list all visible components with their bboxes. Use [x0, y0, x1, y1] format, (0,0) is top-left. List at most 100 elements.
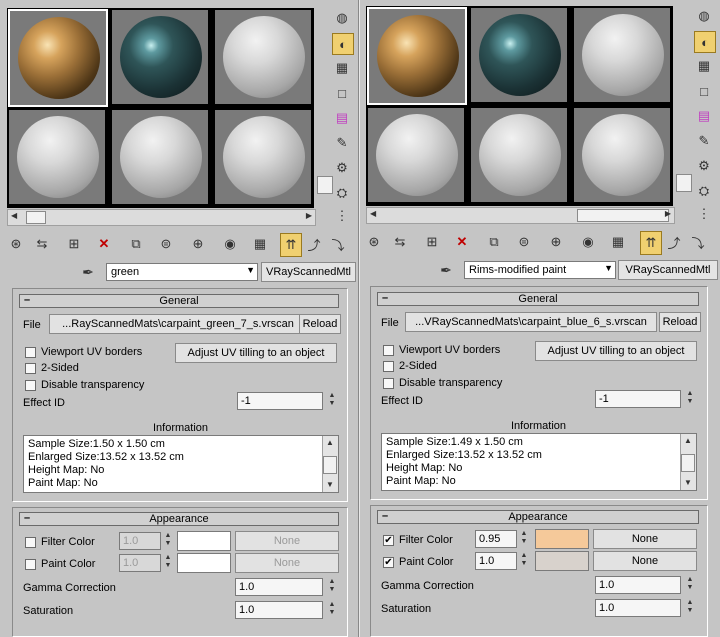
scroll-down-icon[interactable]: ▼	[326, 480, 334, 489]
appearance-rollout-header[interactable]: – Appearance	[19, 512, 339, 526]
paint-amount-input[interactable]: 1.0	[475, 552, 517, 570]
scroll-down-icon[interactable]: ▼	[684, 478, 692, 487]
make-copy-icon[interactable]: ⧉	[126, 233, 146, 255]
spinner-arrows-icon[interactable]: ▲ ▼	[685, 576, 695, 594]
info-scrollbar[interactable]: ▲ ▼	[680, 434, 696, 490]
effect-id-input[interactable]: -1	[595, 390, 681, 408]
make-copy-icon[interactable]: ⧉	[484, 231, 504, 253]
info-scroll-thumb[interactable]	[681, 454, 695, 472]
slots-hscroll[interactable]: ◀ ▶	[7, 209, 316, 226]
make-unique-icon[interactable]: ⊜	[514, 231, 534, 253]
make-preview-icon[interactable]: ✎	[694, 131, 714, 151]
reload-button[interactable]: Reload	[299, 314, 341, 334]
hscroll-thumb[interactable]	[577, 209, 669, 222]
filter-map-button[interactable]: None	[235, 531, 339, 551]
viewport-uv-checkbox[interactable]	[25, 347, 36, 358]
filter-color-swatch[interactable]	[535, 529, 589, 549]
sample-slot-4[interactable]	[367, 107, 465, 203]
go-forward-to-sibling-icon[interactable]: ⤵	[328, 233, 348, 255]
gamma-input[interactable]: 1.0	[595, 576, 681, 594]
assign-to-selection-icon[interactable]: ⊞	[64, 233, 84, 255]
filter-color-checkbox[interactable]: ✔	[383, 535, 394, 546]
sample-slot-1[interactable]	[8, 9, 108, 107]
spinner-arrows-icon[interactable]: ▲ ▼	[163, 532, 173, 550]
sample-slot-5[interactable]	[470, 107, 568, 203]
spinner-arrows-icon[interactable]: ▲ ▼	[685, 599, 695, 617]
spinner-arrows-icon[interactable]: ▲ ▼	[685, 390, 695, 408]
filter-amount-input[interactable]: 0.95	[475, 530, 517, 548]
sample-slot-6[interactable]	[573, 107, 671, 203]
material-id-channel-icon[interactable]: ◉	[220, 233, 240, 255]
material-map-navigator-icon[interactable]: ⋮	[332, 206, 352, 226]
paint-amount-input[interactable]: 1.0	[119, 554, 161, 572]
video-color-check-icon[interactable]: ▤	[694, 106, 714, 126]
select-by-material-icon[interactable]: ⛭	[694, 181, 714, 201]
material-id-channel-icon[interactable]: ◉	[578, 231, 598, 253]
backlight-icon[interactable]: ◐	[332, 33, 354, 55]
info-scrollbar[interactable]: ▲ ▼	[322, 436, 338, 492]
two-sided-checkbox[interactable]	[25, 363, 36, 374]
saturation-input[interactable]: 1.0	[235, 601, 323, 619]
reset-material-icon[interactable]: ✕	[94, 233, 114, 255]
options-icon[interactable]: ⚙	[694, 156, 714, 176]
material-type-button[interactable]: VRayScannedMtl	[261, 262, 356, 282]
put-to-scene-icon[interactable]: ⇆	[390, 231, 410, 253]
put-to-scene-icon[interactable]: ⇆	[32, 233, 52, 255]
filter-color-checkbox[interactable]	[25, 537, 36, 548]
make-preview-icon[interactable]: ✎	[332, 133, 352, 153]
sample-slot-2[interactable]	[470, 7, 568, 103]
checker-background-icon[interactable]: ▦	[332, 58, 352, 78]
slots-vscroll-thumb[interactable]	[676, 174, 692, 192]
chevron-down-icon[interactable]: ▼	[604, 263, 613, 273]
show-map-in-viewport-icon[interactable]: ▦	[250, 233, 270, 255]
show-end-result-icon[interactable]: ⇈	[640, 231, 662, 255]
spinner-arrows-icon[interactable]: ▲ ▼	[327, 392, 337, 410]
sample-slot-2[interactable]	[111, 9, 209, 105]
scroll-up-icon[interactable]: ▲	[684, 436, 692, 445]
scroll-up-icon[interactable]: ▲	[326, 438, 334, 447]
scroll-right-icon[interactable]: ▶	[306, 211, 312, 220]
slots-hscroll[interactable]: ◀ ▶	[366, 207, 675, 224]
scroll-left-icon[interactable]: ◀	[11, 211, 17, 220]
paint-map-button[interactable]: None	[235, 553, 339, 573]
spinner-arrows-icon[interactable]: ▲ ▼	[163, 554, 173, 572]
spinner-arrows-icon[interactable]: ▲ ▼	[519, 552, 529, 570]
checker-background-icon[interactable]: ▦	[694, 56, 714, 76]
hscroll-thumb[interactable]	[26, 211, 46, 224]
uv-tiling-icon[interactable]: □	[332, 83, 352, 103]
put-to-library-icon[interactable]: ⊕	[546, 231, 566, 253]
gamma-input[interactable]: 1.0	[235, 578, 323, 596]
sphere-icon[interactable]: ◍	[332, 8, 352, 28]
general-rollout-header[interactable]: – General	[19, 294, 339, 308]
paint-color-swatch[interactable]	[177, 553, 231, 573]
chevron-down-icon[interactable]: ▼	[246, 265, 255, 275]
saturation-input[interactable]: 1.0	[595, 599, 681, 617]
backlight-icon[interactable]: ◐	[694, 31, 716, 53]
sample-slot-1[interactable]	[367, 7, 467, 105]
filter-amount-input[interactable]: 1.0	[119, 532, 161, 550]
reload-button[interactable]: Reload	[659, 312, 701, 332]
adjust-uv-button[interactable]: Adjust UV tilling to an object	[535, 341, 697, 361]
sphere-icon[interactable]: ◍	[694, 6, 714, 26]
spinner-arrows-icon[interactable]: ▲ ▼	[327, 601, 337, 619]
show-end-result-icon[interactable]: ⇈	[280, 233, 302, 257]
go-to-parent-icon[interactable]: ⤴	[664, 231, 684, 253]
show-map-in-viewport-icon[interactable]: ▦	[608, 231, 628, 253]
options-icon[interactable]: ⚙	[332, 158, 352, 178]
sample-slot-4[interactable]	[8, 109, 106, 205]
appearance-rollout-header[interactable]: – Appearance	[377, 510, 699, 524]
video-color-check-icon[interactable]: ▤	[332, 108, 352, 128]
general-rollout-header[interactable]: – General	[377, 292, 699, 306]
sample-slot-5[interactable]	[111, 109, 209, 205]
viewport-uv-checkbox[interactable]	[383, 345, 394, 356]
uv-tiling-icon[interactable]: □	[694, 81, 714, 101]
get-material-icon[interactable]: ⊛	[6, 233, 26, 255]
adjust-uv-button[interactable]: Adjust UV tilling to an object	[175, 343, 337, 363]
effect-id-input[interactable]: -1	[237, 392, 323, 410]
sample-slot-3[interactable]	[214, 9, 312, 105]
spinner-arrows-icon[interactable]: ▲ ▼	[519, 530, 529, 548]
file-path-button[interactable]: ...RayScannedMats\carpaint_green_7_s.vrs…	[49, 314, 307, 334]
material-map-navigator-icon[interactable]: ⋮	[694, 204, 714, 224]
select-by-material-icon[interactable]: ⛭	[332, 183, 352, 203]
go-forward-to-sibling-icon[interactable]: ⤵	[688, 231, 708, 253]
